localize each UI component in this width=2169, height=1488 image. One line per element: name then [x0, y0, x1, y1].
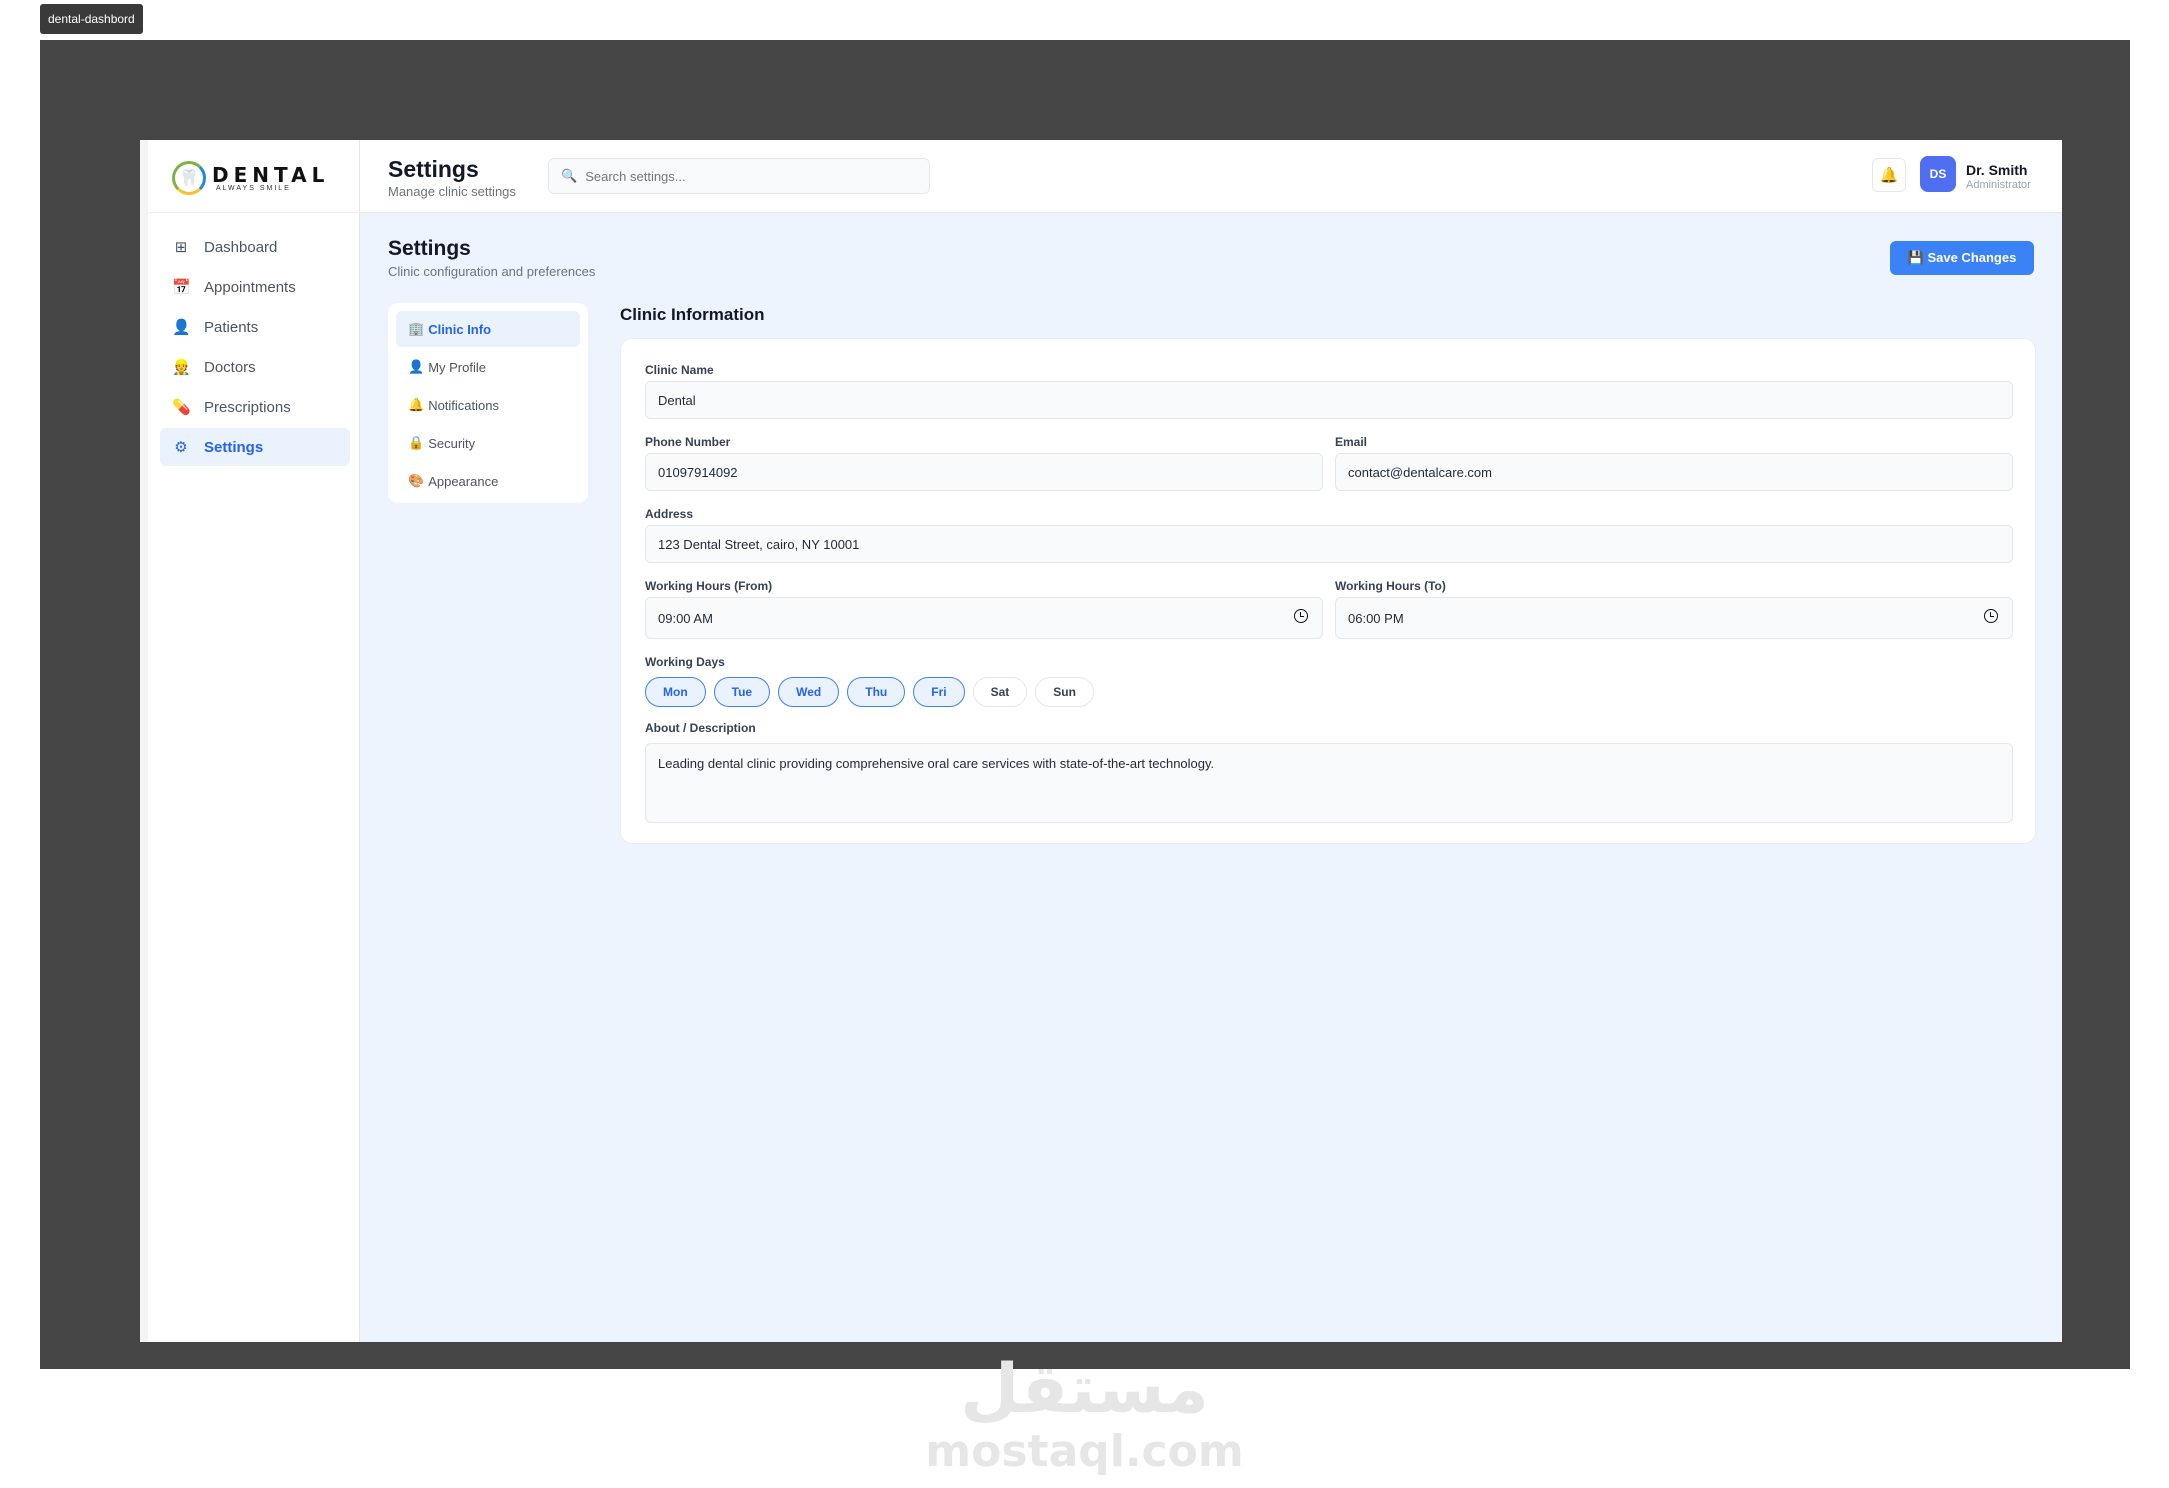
watermark: مستقل mostaql.com [0, 1350, 2169, 1474]
sidebar-item-settings[interactable]: ⚙ Settings [160, 428, 350, 466]
tab-label: My Profile [428, 359, 486, 375]
clinic-name-field[interactable]: Dental [645, 381, 2013, 419]
tab-label: Notifications [428, 397, 499, 413]
calendar-icon: 📅 [172, 279, 191, 296]
sidebar-item-label: Appointments [204, 278, 296, 296]
about-label: About / Description [645, 721, 756, 735]
sidebar-item-label: Settings [204, 438, 264, 456]
clinic-info-card: Clinic Name Dental Phone Number 01097914… [620, 338, 2036, 844]
tab-label: Security [428, 435, 476, 451]
working-days-group: Mon Tue Wed Thu Fri Sat Sun [645, 677, 1094, 707]
hours-from-value: 09:00 AM [658, 610, 713, 626]
day-toggle-sun[interactable]: Sun [1035, 677, 1094, 707]
day-toggle-thu[interactable]: Thu [847, 677, 906, 707]
doctor-icon: 👷 [172, 359, 191, 376]
app-window: 🦷 DENTAL ALWAYS SMILE ⊞ Dashboard 📅 Appo… [140, 140, 2062, 1342]
tab-security[interactable]: 🔒 Security [396, 425, 580, 461]
top-header: Settings Manage clinic settings 🔍 🔔 DS D… [360, 140, 2062, 213]
sidebar-item-appointments[interactable]: 📅 Appointments [160, 268, 350, 306]
window-tab-label: dental-dashbord [40, 4, 143, 34]
page-title: Settings [388, 237, 471, 260]
address-label: Address [645, 507, 694, 521]
sidebar-item-prescriptions[interactable]: 💊 Prescriptions [160, 388, 350, 426]
lock-icon: 🔒 [408, 435, 425, 450]
avatar[interactable]: DS [1920, 156, 1956, 192]
clinic-name-label: Clinic Name [645, 363, 714, 377]
tab-appearance[interactable]: 🎨 Appearance [396, 463, 580, 499]
phone-field[interactable]: 01097914092 [645, 453, 1323, 491]
search-input[interactable] [585, 168, 906, 184]
phone-label: Phone Number [645, 435, 731, 449]
working-days-label: Working Days [645, 655, 725, 669]
day-toggle-fri[interactable]: Fri [913, 677, 965, 707]
sidebar-item-doctors[interactable]: 👷 Doctors [160, 348, 350, 386]
tab-label: Appearance [428, 473, 499, 489]
day-toggle-wed[interactable]: Wed [778, 677, 840, 707]
about-textarea[interactable]: Leading dental clinic providing comprehe… [645, 743, 2013, 823]
tab-label: Clinic Info [428, 321, 492, 337]
watermark-arabic: مستقل [960, 1350, 1209, 1429]
day-toggle-mon[interactable]: Mon [645, 677, 706, 707]
header-title: Settings [388, 156, 479, 182]
clock-icon[interactable] [1294, 609, 1308, 623]
grid-icon: ⊞ [174, 239, 188, 256]
building-icon: 🏢 [408, 321, 425, 336]
search-box[interactable]: 🔍 [548, 158, 930, 194]
divider [148, 212, 360, 213]
bell-icon: 🔔 [408, 397, 425, 412]
sidebar-nav: ⊞ Dashboard 📅 Appointments 👤 Patients 👷 … [160, 228, 350, 468]
sidebar: 🦷 DENTAL ALWAYS SMILE ⊞ Dashboard 📅 Appo… [140, 140, 360, 1342]
sidebar-item-label: Doctors [204, 358, 256, 376]
user-icon: 👤 [172, 319, 191, 336]
page-subtitle: Clinic configuration and preferences [388, 264, 596, 279]
tab-notifications[interactable]: 🔔 Notifications [396, 387, 580, 423]
email-label: Email [1335, 435, 1368, 449]
clinic-logo[interactable]: 🦷 DENTAL ALWAYS SMILE [172, 158, 329, 198]
email-field[interactable]: contact@dentalcare.com [1335, 453, 2013, 491]
paint-icon: 🎨 [408, 473, 425, 488]
address-field[interactable]: 123 Dental Street, cairo, NY 10001 [645, 525, 2013, 563]
user-name: Dr. Smith [1966, 162, 2028, 178]
sidebar-item-label: Prescriptions [204, 398, 291, 416]
hours-from-field[interactable]: 09:00 AM [645, 597, 1323, 639]
section-title: Clinic Information [620, 305, 765, 324]
hours-to-value: 06:00 PM [1348, 610, 1404, 626]
day-toggle-sat[interactable]: Sat [972, 677, 1028, 707]
bell-icon: 🔔 [1879, 167, 1899, 184]
sidebar-item-label: Patients [204, 318, 259, 336]
sidebar-item-label: Dashboard [204, 238, 278, 256]
pill-icon: 💊 [172, 399, 191, 416]
hours-from-label: Working Hours (From) [645, 579, 773, 593]
clock-icon[interactable] [1984, 609, 1998, 623]
tooth-logo-icon: 🦷 [172, 161, 206, 195]
hours-to-field[interactable]: 06:00 PM [1335, 597, 2013, 639]
hours-to-label: Working Hours (To) [1335, 579, 1446, 593]
tab-my-profile[interactable]: 👤 My Profile [396, 349, 580, 385]
sidebar-item-dashboard[interactable]: ⊞ Dashboard [160, 228, 350, 266]
gear-icon: ⚙ [174, 439, 188, 456]
day-toggle-tue[interactable]: Tue [713, 677, 771, 707]
save-changes-button[interactable]: 💾 Save Changes [1890, 241, 2034, 275]
logo-word: DENTAL [212, 162, 330, 187]
user-icon: 👤 [408, 359, 425, 374]
notifications-button[interactable]: 🔔 [1872, 158, 1906, 192]
header-subtitle: Manage clinic settings [388, 184, 516, 199]
logo-tagline: ALWAYS SMILE [216, 184, 291, 192]
search-icon: 🔍 [561, 168, 578, 183]
user-role: Administrator [1966, 179, 2031, 191]
settings-nav: 🏢 Clinic Info 👤 My Profile 🔔 Notificatio… [388, 303, 588, 503]
tab-clinic-info[interactable]: 🏢 Clinic Info [396, 311, 580, 347]
watermark-latin: mostaql.com [925, 1426, 1244, 1477]
sidebar-item-patients[interactable]: 👤 Patients [160, 308, 350, 346]
main-content: Settings Clinic configuration and prefer… [360, 213, 2062, 1342]
preview-canvas: 🦷 DENTAL ALWAYS SMILE ⊞ Dashboard 📅 Appo… [40, 40, 2130, 1369]
